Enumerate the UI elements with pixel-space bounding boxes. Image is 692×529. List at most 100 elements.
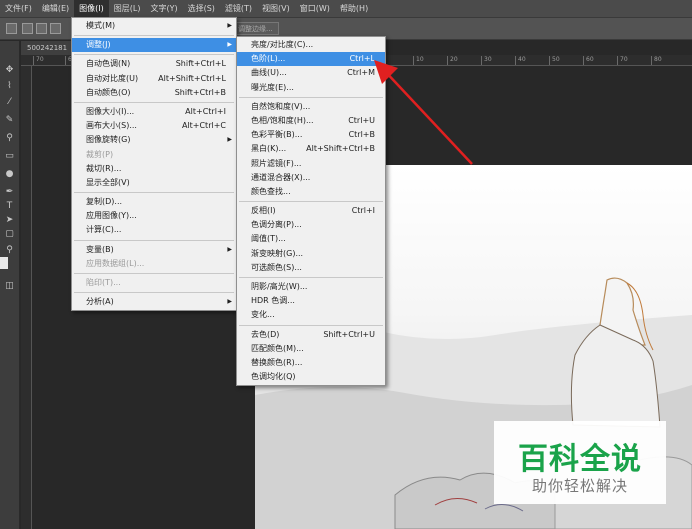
image-menu-item[interactable]: 自动颜色(O) Shift+Ctrl+B <box>72 86 236 100</box>
add-selection-icon[interactable] <box>36 23 47 34</box>
dodge-tool-icon[interactable]: ● <box>3 169 16 180</box>
menu-item-label: 色阶(L)... <box>251 54 286 64</box>
image-menu: 模式(M) ▶ 调整(J) ▶ 自动色调(N) Shift+Ctrl+L 自动对比度(U) A… <box>71 17 237 312</box>
eraser-tool-icon[interactable]: ▭ <box>3 151 16 162</box>
menu-item-label: 色彩平衡(B)... <box>251 130 303 140</box>
menu-item-shortcut: Alt+Ctrl+C <box>181 121 226 131</box>
menu-item-label: 图像大小(I)... <box>86 106 135 116</box>
adjust-menu-item[interactable]: 替换颜色(R)... <box>237 356 385 370</box>
image-menu-item[interactable]: 复制(D)... <box>72 195 236 209</box>
image-menu-item[interactable]: 图像旋转(G) ▶ <box>72 133 236 147</box>
clone-stamp-tool-icon[interactable]: ⚲ <box>3 133 16 144</box>
move-tool-icon[interactable]: ✥ <box>3 65 16 76</box>
menu-item-label: 亮度/对比度(C)... <box>251 40 314 49</box>
adjust-menu-item[interactable]: 照片滤镜(F)... <box>237 157 385 171</box>
menu-item-label: 色调均化(Q) <box>251 372 296 382</box>
image-menu-item[interactable]: 计算(C)... <box>72 223 236 237</box>
menu-item-label: 照片滤镜(F)... <box>251 158 302 168</box>
menu-item-label: 匹配颜色(M)... <box>251 343 304 353</box>
submenu-arrow-icon: ▶ <box>227 22 232 29</box>
zoom-tool-icon[interactable]: ⚲ <box>3 245 16 256</box>
menu-file[interactable]: 文件(F) <box>0 0 37 18</box>
annotation-arrow-icon <box>374 60 473 165</box>
path-selection-tool-icon[interactable]: ➤ <box>3 215 16 226</box>
tools-panel: ✥ ⌇ ⁄ ✎ ⚲ ▭ ● ✒ T ➤ ▢ ⚲ ◫ <box>0 41 20 529</box>
menu-help[interactable]: 帮助(H) <box>335 0 373 18</box>
menu-edit[interactable]: 编辑(E) <box>37 0 74 18</box>
type-tool-icon[interactable]: T <box>3 201 16 212</box>
image-menu-item: 裁剪(P) <box>72 148 236 162</box>
menu-filter[interactable]: 滤镜(T) <box>220 0 257 18</box>
adjust-menu-item[interactable]: 变化... <box>237 308 385 322</box>
adjust-menu-item[interactable]: 匹配颜色(M)... <box>237 342 385 356</box>
lasso-tool-icon[interactable]: ⌇ <box>3 81 16 92</box>
menu-layer[interactable]: 图层(L) <box>109 0 146 18</box>
ruler-tick: 70 <box>33 56 44 65</box>
adjust-menu-item[interactable]: 通道混合器(X)... <box>237 171 385 185</box>
adjust-menu-item[interactable]: HDR 色调... <box>237 294 385 308</box>
adjust-menu-item[interactable]: 阴影/高光(W)... <box>237 280 385 294</box>
brush-tool-icon[interactable]: ✎ <box>3 115 16 126</box>
menu-separator <box>74 192 234 194</box>
menu-select[interactable]: 选择(S) <box>183 0 220 18</box>
menu-item-label: 陷印(T)... <box>86 278 121 287</box>
adjust-menu-item[interactable]: 阈值(T)... <box>237 232 385 246</box>
adjust-menu-item[interactable]: 色相/饱和度(H)... Ctrl+U <box>237 114 385 128</box>
image-menu-item[interactable]: 画布大小(S)... Alt+Ctrl+C <box>72 119 236 133</box>
adjust-menu-item[interactable]: 反相(I) Ctrl+I <box>237 204 385 218</box>
adjust-menu-item[interactable]: 曝光度(E)... <box>237 81 385 95</box>
adjust-menu-item[interactable]: 可选颜色(S)... <box>237 261 385 275</box>
adjust-menu-item[interactable]: 去色(D) Shift+Ctrl+U <box>237 328 385 342</box>
new-selection-icon[interactable] <box>22 23 33 34</box>
menu-type[interactable]: 文字(Y) <box>145 0 182 18</box>
adjust-menu-item[interactable]: 黑白(K)... Alt+Shift+Ctrl+B <box>237 142 385 156</box>
quick-mask-icon[interactable]: ◫ <box>3 281 16 292</box>
menu-item-label: 模式(M) <box>86 21 116 30</box>
menu-view[interactable]: 视图(V) <box>257 0 295 18</box>
menu-item-label: 颜色查找... <box>251 186 291 196</box>
refine-edge-button[interactable]: 调整边缘... <box>232 22 279 35</box>
adjust-menu-item[interactable]: 色阶(L)... Ctrl+L <box>237 52 385 67</box>
adjust-menu-item[interactable]: 色调均化(Q) <box>237 370 385 384</box>
subtract-selection-icon[interactable] <box>50 23 61 34</box>
ruler-tick: 60 <box>583 56 594 65</box>
menu-item-label: 替换颜色(R)... <box>251 357 303 367</box>
shape-tool-icon[interactable]: ▢ <box>3 229 16 240</box>
ruler-tick: 50 <box>549 56 560 65</box>
menu-item-label: 自动颜色(O) <box>86 87 131 97</box>
pen-tool-icon[interactable]: ✒ <box>3 187 16 198</box>
adjust-menu-item[interactable]: 自然饱和度(V)... <box>237 100 385 114</box>
eyedropper-tool-icon[interactable]: ⁄ <box>3 97 16 108</box>
image-menu-item[interactable]: 模式(M) ▶ <box>72 19 236 33</box>
image-menu-item[interactable]: 调整(J) ▶ <box>72 38 236 53</box>
image-menu-item[interactable]: 自动色调(N) Shift+Ctrl+L <box>72 57 236 71</box>
image-menu-item[interactable]: 分析(A) ▶ <box>72 295 236 309</box>
adjust-menu-item[interactable]: 曲线(U)... Ctrl+M <box>237 66 385 80</box>
menu-image[interactable]: 图像(I) <box>74 0 109 18</box>
image-menu-item[interactable]: 裁切(R)... <box>72 162 236 176</box>
tool-preset-icon[interactable] <box>6 23 17 34</box>
menu-item-shortcut: Shift+Ctrl+L <box>175 59 226 69</box>
menu-window[interactable]: 窗口(W) <box>295 0 335 18</box>
adjust-menu-item[interactable]: 渐变映射(G)... <box>237 247 385 261</box>
menu-item-label: 黑白(K)... <box>251 144 287 154</box>
image-menu-item[interactable]: 应用图像(Y)... <box>72 209 236 223</box>
image-menu-item[interactable]: 图像大小(I)... Alt+Ctrl+I <box>72 105 236 119</box>
image-menu-item[interactable]: 变量(B) ▶ <box>72 243 236 257</box>
adjust-menu-item[interactable]: 色彩平衡(B)... Ctrl+B <box>237 128 385 142</box>
vertical-ruler <box>21 66 32 529</box>
image-menu-item[interactable]: 显示全部(V) <box>72 176 236 190</box>
adjust-menu-item[interactable]: 颜色查找... <box>237 185 385 199</box>
menu-item-shortcut: Alt+Ctrl+I <box>185 106 226 116</box>
ruler-tick: 70 <box>617 56 628 65</box>
menu-item-label: 变量(B) <box>86 244 114 254</box>
watermark-title: 百科全说 <box>518 442 642 477</box>
adjust-menu-item[interactable]: 亮度/对比度(C)... <box>237 38 385 52</box>
menu-item-label: 渐变映射(G)... <box>251 248 304 258</box>
ruler-tick: 40 <box>515 56 526 65</box>
image-menu-item[interactable]: 自动对比度(U) Alt+Shift+Ctrl+L <box>72 72 236 86</box>
foreground-color-swatch[interactable] <box>0 257 8 269</box>
adjust-menu-item[interactable]: 色调分离(P)... <box>237 218 385 232</box>
watermark: 百科全说 助你轻松解决 <box>494 421 666 504</box>
menu-item-label: 自然饱和度(V)... <box>251 101 311 111</box>
